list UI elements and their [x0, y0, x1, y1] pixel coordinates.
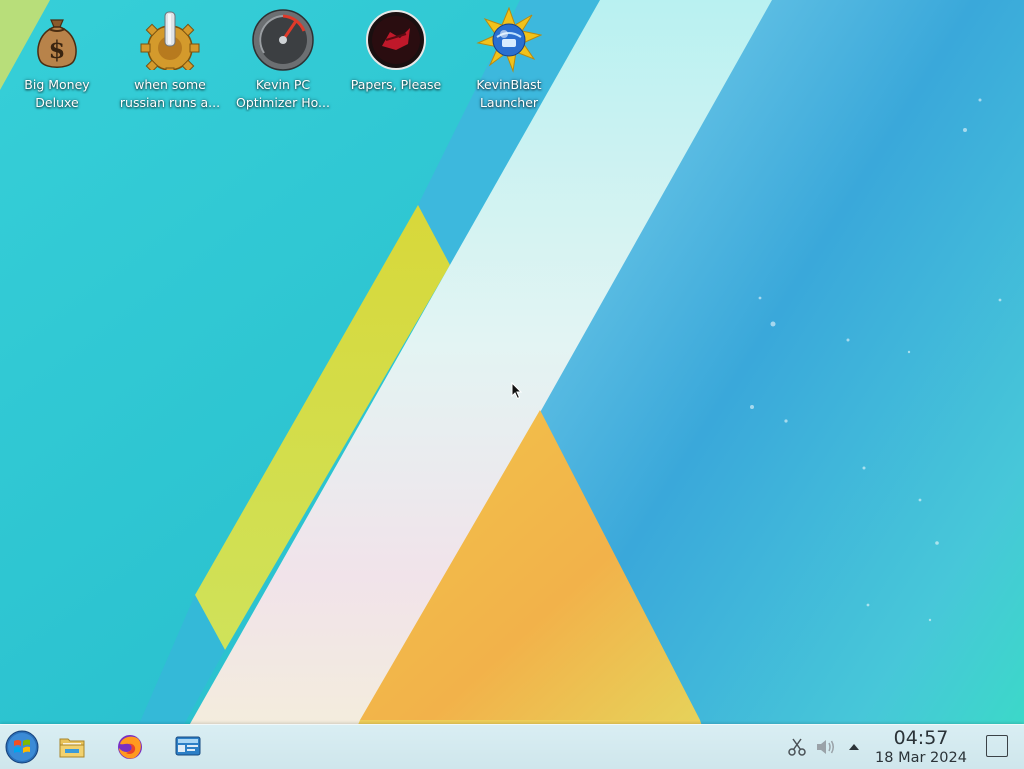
start-menu-button[interactable]: [2, 729, 42, 765]
speedometer-icon: [249, 6, 317, 74]
icon-label-line2: russian runs a...: [119, 95, 221, 110]
icon-label-line2: Deluxe: [35, 95, 79, 110]
desktop-icon-kevinblast-launcher[interactable]: KevinBlast Launcher: [453, 6, 565, 116]
desktop-icon-russian-runs[interactable]: when some russian runs a...: [114, 6, 226, 116]
blast-globe-icon: [475, 6, 543, 74]
clock-date: 18 Mar 2024: [875, 750, 967, 766]
show-desktop-button[interactable]: [986, 735, 1008, 757]
firefox-icon: [118, 735, 142, 759]
system-settings-button[interactable]: [168, 729, 208, 765]
icon-label-line1: Kevin PC: [255, 77, 311, 92]
icon-label-line1: Big Money: [24, 77, 90, 92]
volume-icon: [817, 740, 834, 754]
scissors-icon: [788, 738, 806, 756]
start-menu-icon: [5, 730, 39, 764]
file-manager-icon: [59, 738, 85, 758]
firefox-button[interactable]: [110, 729, 150, 765]
file-manager-button[interactable]: [52, 729, 92, 765]
clipboard-tray-button[interactable]: [785, 735, 809, 759]
icon-label-line2: Optimizer Ho...: [236, 95, 330, 110]
icon-label-line1: when some: [134, 77, 206, 92]
volume-tray-button[interactable]: [814, 735, 838, 759]
clock-time: 04:57: [893, 727, 949, 749]
tray-expand-icon: [849, 744, 859, 750]
taskbar: 04:57 18 Mar 2024: [0, 724, 1024, 769]
icon-label-line1: KevinBlast: [476, 77, 542, 92]
money-bag-icon: $: [23, 6, 91, 74]
icon-label-line1: Papers, Please: [350, 77, 442, 92]
svg-text:$: $: [49, 35, 66, 64]
desktop-icon-papers-please[interactable]: Papers, Please: [340, 6, 452, 116]
mouse-cursor-icon: [511, 382, 523, 400]
papers-please-icon: [362, 6, 430, 74]
gear-joystick-icon: [136, 6, 204, 74]
system-settings-icon: [175, 736, 201, 756]
icon-label-line2: Launcher: [479, 95, 539, 110]
desktop-icon-big-money-deluxe[interactable]: $ Big Money Deluxe: [1, 6, 113, 116]
desktop-icon-kevin-pc-optimizer[interactable]: Kevin PC Optimizer Ho...: [227, 6, 339, 116]
clock[interactable]: 04:57 18 Mar 2024: [868, 728, 974, 767]
tray-expand-button[interactable]: [842, 735, 866, 759]
